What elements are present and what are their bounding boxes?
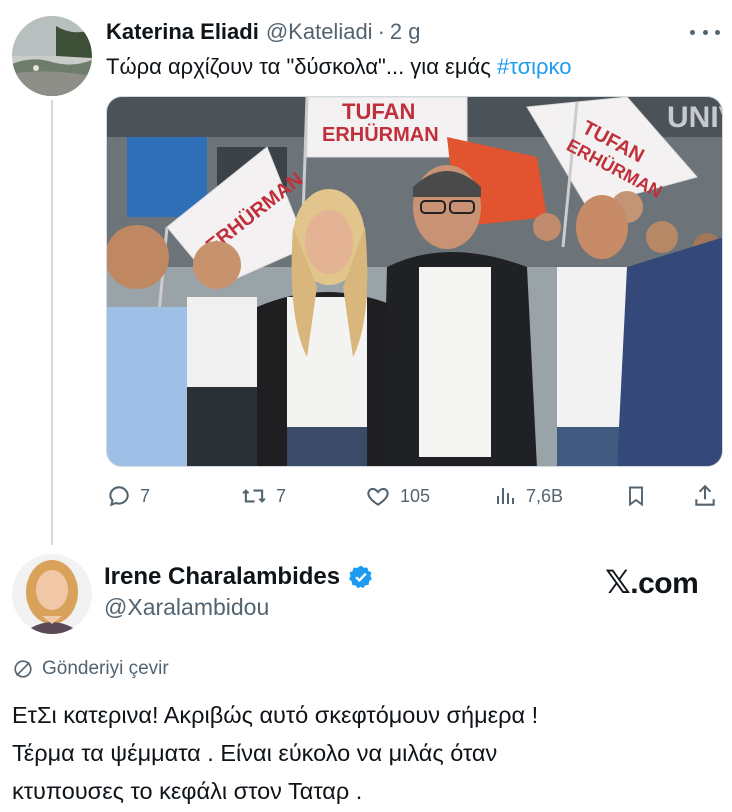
tweet2-line: Τέρμα τα ψέμματα . Είναι εύκολο να μιλάς… xyxy=(12,740,498,766)
reply-button[interactable]: 7 xyxy=(106,476,150,516)
share-button[interactable] xyxy=(692,476,718,516)
bookmark-button[interactable] xyxy=(624,476,648,516)
flag-center-text-1: TUFAN xyxy=(342,99,415,124)
like-button[interactable]: 105 xyxy=(364,476,430,516)
tweet2-name-row: Irene Charalambides xyxy=(104,560,374,594)
tweet1-text: Τώρα αρχίζουν τα "δύσκολα"... για εμάς #… xyxy=(106,50,572,84)
repost-count: 7 xyxy=(276,485,287,506)
storefront-text: UNIVE xyxy=(667,101,723,134)
tweet2-line: ΕτΣι κατερινα! Ακριβώς αυτό σκεφτόμουν σ… xyxy=(12,702,539,728)
views-count: 7,6B xyxy=(526,485,564,506)
tweet2-text: ΕτΣι κατερινα! Ακριβώς αυτό σκεφτόμουν σ… xyxy=(12,696,727,810)
bookmark-icon xyxy=(629,486,643,507)
timestamp[interactable]: 2 g xyxy=(390,19,421,45)
tweet1-photo[interactable]: UNIVE ERHÜRMAN TUFAN ERHÜRMAN TUFAN ERHÜ… xyxy=(106,96,723,467)
author-handle[interactable]: @Kateliadi xyxy=(266,19,373,45)
more-icon[interactable] xyxy=(690,20,720,44)
tweet1-header: Katerina Eliadi @Kateliadi · 2 g xyxy=(106,15,421,49)
x-com-brand: 𝕏.com xyxy=(605,562,699,602)
translate-globe-icon xyxy=(14,660,32,678)
translate-label: Gönderiyi çevir xyxy=(42,658,169,679)
like-icon xyxy=(367,487,389,506)
like-count: 105 xyxy=(400,485,431,506)
avatar-katerina[interactable] xyxy=(12,16,92,96)
flag-center-text-2: ERHÜRMAN xyxy=(322,123,439,146)
share-icon xyxy=(695,484,715,506)
views-icon xyxy=(497,488,514,504)
tweet1-body: Τώρα αρχίζουν τα "δύσκολα"... για εμάς xyxy=(106,54,497,79)
thread-connector-line xyxy=(51,100,53,545)
tweet2-line: κτυπουσες το κεφάλι στον Ταταρ . xyxy=(12,778,363,804)
x-logo-icon: 𝕏 xyxy=(605,563,631,601)
author-name[interactable]: Irene Charalambides xyxy=(104,563,340,591)
reply-icon xyxy=(109,486,129,507)
author-handle[interactable]: @Xaralambidou xyxy=(104,594,269,621)
separator-dot: · xyxy=(377,19,385,44)
views-button[interactable]: 7,6B xyxy=(494,476,563,516)
verified-badge-icon xyxy=(348,564,374,590)
tweet1-action-bar: 7 7 105 7,6B xyxy=(106,476,723,516)
repost-button[interactable]: 7 xyxy=(240,476,286,516)
hashtag-link[interactable]: #τσιρκο xyxy=(497,54,572,79)
reply-count: 7 xyxy=(140,485,151,506)
avatar-irene[interactable] xyxy=(12,554,92,634)
translate-post-link[interactable]: Gönderiyi çevir xyxy=(12,656,169,682)
brand-domain: .com xyxy=(630,567,699,600)
author-name[interactable]: Katerina Eliadi xyxy=(106,19,259,45)
repost-icon xyxy=(242,489,266,503)
brand-text: 𝕏.com xyxy=(605,563,699,601)
